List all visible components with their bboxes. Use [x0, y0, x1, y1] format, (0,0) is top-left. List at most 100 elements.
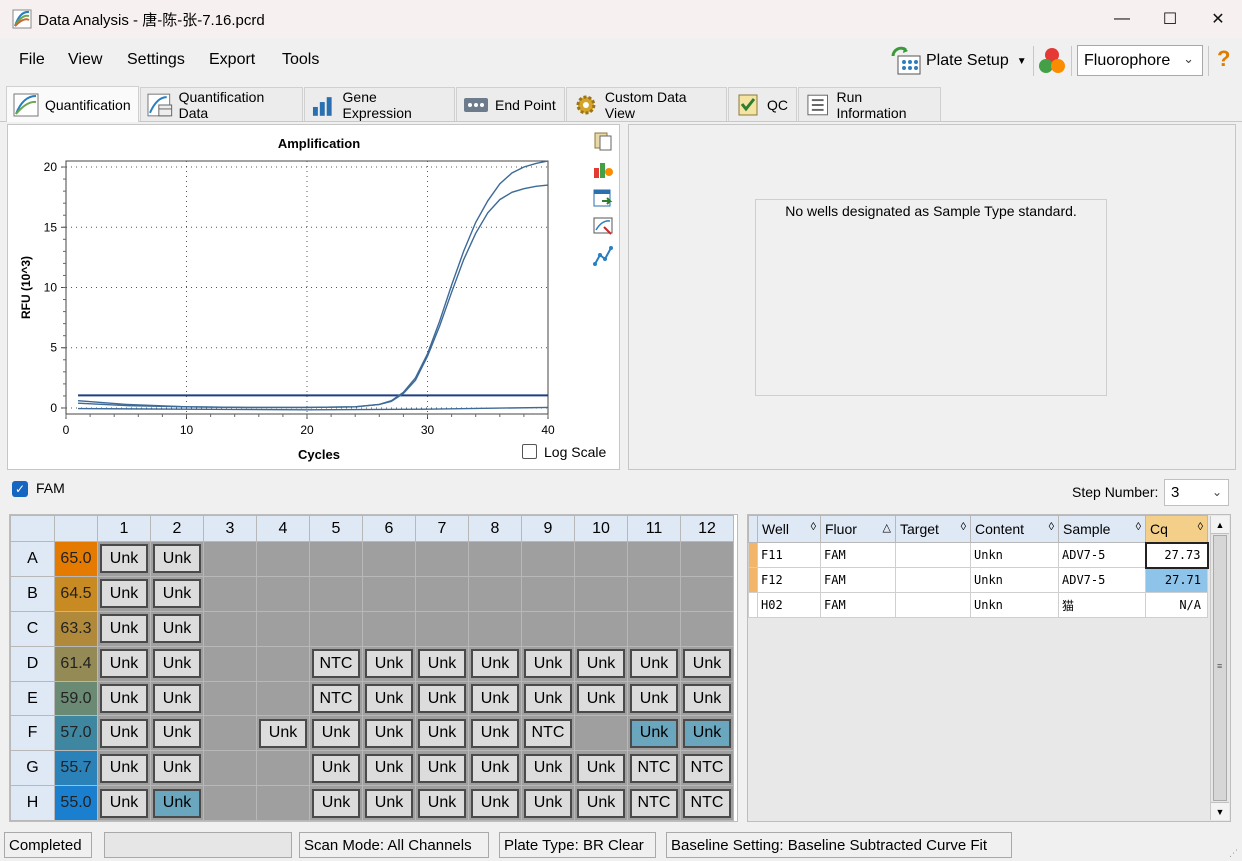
column-header[interactable]: Sample ◊ — [1058, 515, 1146, 543]
table-row[interactable]: F11 FAM Unkn ADV7-5 27.73 — [748, 541, 1209, 569]
plate-well-empty[interactable] — [362, 610, 416, 647]
export-chart-icon[interactable] — [592, 187, 614, 209]
plate-well-empty[interactable] — [574, 715, 628, 752]
plate-column-header[interactable]: 9 — [521, 515, 575, 542]
plate-well[interactable]: Unk — [415, 645, 469, 682]
plate-well[interactable]: Unk — [415, 715, 469, 752]
plate-well[interactable]: Unk — [362, 785, 416, 822]
plate-well-empty[interactable] — [468, 610, 522, 647]
plate-well[interactable]: Unk — [468, 645, 522, 682]
plate-well-empty[interactable] — [203, 610, 257, 647]
plate-well-empty[interactable] — [521, 610, 575, 647]
scroll-thumb[interactable]: ≡ — [1213, 535, 1227, 801]
plate-column-header[interactable]: 3 — [203, 515, 257, 542]
plate-well-empty[interactable] — [574, 575, 628, 612]
plate-well-empty[interactable] — [415, 575, 469, 612]
menu-view[interactable]: View — [68, 51, 102, 69]
plate-column-header[interactable]: 6 — [362, 515, 416, 542]
plate-well[interactable]: NTC — [309, 680, 363, 717]
plate-column-header[interactable]: 5 — [309, 515, 363, 542]
plate-well-empty[interactable] — [256, 680, 310, 717]
plate-well[interactable]: Unk — [309, 785, 363, 822]
plate-column-header[interactable]: 8 — [468, 515, 522, 542]
plate-well[interactable]: NTC — [627, 750, 681, 787]
plate-well[interactable]: Unk — [256, 715, 310, 752]
plate-row-header[interactable]: E — [10, 680, 55, 717]
tab-qc[interactable]: QC — [728, 87, 797, 121]
plate-well-empty[interactable] — [256, 785, 310, 822]
plate-well[interactable]: Unk — [309, 750, 363, 787]
plate-row-header[interactable]: B — [10, 575, 55, 612]
plate-well-empty[interactable] — [468, 541, 522, 577]
plate-well-empty[interactable] — [309, 575, 363, 612]
plate-well[interactable]: Unk — [150, 575, 204, 612]
menu-export[interactable]: Export — [209, 51, 255, 69]
tab-end-point[interactable]: End Point — [456, 87, 565, 121]
plate-well[interactable]: Unk — [150, 541, 204, 577]
plate-well-empty[interactable] — [521, 541, 575, 577]
plate-well-empty[interactable] — [203, 715, 257, 752]
plate-well[interactable]: Unk — [574, 645, 628, 682]
plate-well[interactable]: Unk — [521, 645, 575, 682]
plate-well-empty[interactable] — [468, 575, 522, 612]
plate-well[interactable]: Unk — [362, 680, 416, 717]
plate-well-empty[interactable] — [203, 680, 257, 717]
plate-well[interactable]: Unk — [150, 680, 204, 717]
plate-well[interactable]: NTC — [309, 645, 363, 682]
fluorophore-color-icon[interactable] — [1036, 45, 1068, 77]
plate-row-header[interactable]: F — [10, 715, 55, 752]
plate-well[interactable]: Unk — [468, 680, 522, 717]
plate-column-header[interactable]: 11 — [627, 515, 681, 542]
amplification-chart[interactable]: 0 10 20 30 40 0 5 10 15 20 Amplification Cycles RFU … — [8, 125, 621, 471]
minimize-button[interactable]: — — [1098, 0, 1146, 38]
plate-well-empty[interactable] — [256, 575, 310, 612]
plate-well-empty[interactable] — [627, 610, 681, 647]
plate-well[interactable]: Unk — [97, 750, 151, 787]
plate-well-empty[interactable] — [203, 575, 257, 612]
plate-well[interactable]: Unk — [362, 645, 416, 682]
plate-well[interactable]: Unk — [415, 680, 469, 717]
plate-well[interactable]: Unk — [97, 575, 151, 612]
plate-well-empty[interactable] — [680, 610, 734, 647]
plate-well[interactable]: Unk — [362, 750, 416, 787]
close-button[interactable]: ✕ — [1194, 0, 1242, 38]
plate-well-empty[interactable] — [309, 541, 363, 577]
plate-well[interactable]: Unk — [150, 785, 204, 822]
plate-well-empty[interactable] — [362, 575, 416, 612]
curve-fit-icon[interactable] — [592, 245, 614, 267]
plate-well[interactable]: Unk — [521, 750, 575, 787]
plate-column-header[interactable]: 2 — [150, 515, 204, 542]
plate-well[interactable]: Unk — [150, 610, 204, 647]
plate-well-empty[interactable] — [203, 785, 257, 822]
tab-custom-data-view[interactable]: Custom Data View — [566, 87, 727, 121]
plate-well[interactable]: Unk — [627, 715, 681, 752]
plate-well-empty[interactable] — [256, 541, 310, 577]
plate-well[interactable]: Unk — [627, 680, 681, 717]
plate-well-empty[interactable] — [256, 750, 310, 787]
plate-well[interactable]: NTC — [521, 715, 575, 752]
table-row[interactable]: F12 FAM Unkn ADV7-5 27.71 — [748, 567, 1208, 593]
scroll-up-icon[interactable]: ▲ — [1211, 516, 1229, 534]
plate-well[interactable]: Unk — [468, 785, 522, 822]
plate-well[interactable]: Unk — [97, 645, 151, 682]
plate-well[interactable]: Unk — [521, 680, 575, 717]
plate-well[interactable]: Unk — [521, 785, 575, 822]
plate-column-header[interactable]: 10 — [574, 515, 628, 542]
plate-well-empty[interactable] — [574, 541, 628, 577]
column-header[interactable]: Cq ◊ — [1145, 515, 1208, 543]
maximize-button[interactable]: ☐ — [1146, 0, 1194, 38]
plate-row-header[interactable]: D — [10, 645, 55, 682]
plate-well[interactable]: Unk — [468, 715, 522, 752]
plate-well-empty[interactable] — [415, 610, 469, 647]
plate-well-empty[interactable] — [309, 610, 363, 647]
menu-settings[interactable]: Settings — [127, 51, 185, 69]
plate-column-header[interactable]: 4 — [256, 515, 310, 542]
vertical-scrollbar[interactable]: ▲ ≡ ▼ — [1210, 516, 1229, 820]
help-icon[interactable]: ? — [1217, 46, 1230, 72]
plate-well-empty[interactable] — [680, 541, 734, 577]
plate-well[interactable]: Unk — [680, 680, 734, 717]
plate-well[interactable]: Unk — [150, 750, 204, 787]
zoom-chart-icon[interactable] — [592, 215, 614, 237]
plate-well[interactable]: Unk — [574, 680, 628, 717]
table-row[interactable]: H02 FAM Unkn 猫 N/A — [748, 592, 1208, 618]
